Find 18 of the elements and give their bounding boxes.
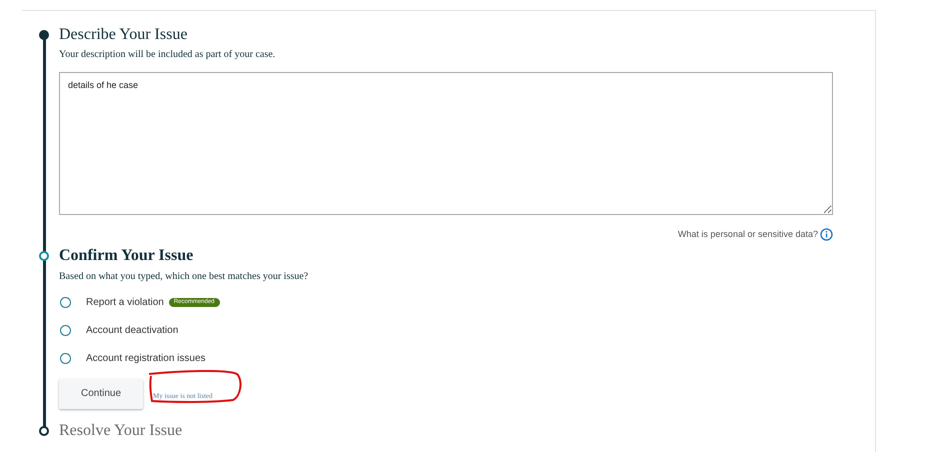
step-marker-icon bbox=[39, 426, 49, 436]
option-label: Report a violation bbox=[86, 296, 164, 310]
continue-button[interactable]: Continue bbox=[59, 378, 143, 408]
help-link[interactable]: What is personal or sensitive data? bbox=[678, 228, 818, 242]
step-marker-icon bbox=[39, 30, 49, 40]
step-subtitle: Your description will be included as part of your case. bbox=[59, 48, 276, 62]
step-title: Resolve Your Issue bbox=[59, 420, 182, 440]
option-label: Account registration issues bbox=[86, 352, 206, 366]
step-title: Confirm Your Issue bbox=[59, 246, 194, 266]
info-icon bbox=[820, 228, 833, 242]
description-field[interactable]: details of he case bbox=[59, 72, 833, 215]
radio-button[interactable] bbox=[60, 296, 71, 308]
step-marker-icon bbox=[39, 250, 49, 260]
option-label: Account deactivation bbox=[86, 324, 178, 338]
step-title: Describe Your Issue bbox=[59, 25, 188, 45]
radio-button[interactable] bbox=[60, 324, 71, 336]
step-subtitle: Based on what you typed, which one best matches your issue? bbox=[59, 270, 310, 284]
radio-button[interactable] bbox=[60, 352, 71, 364]
